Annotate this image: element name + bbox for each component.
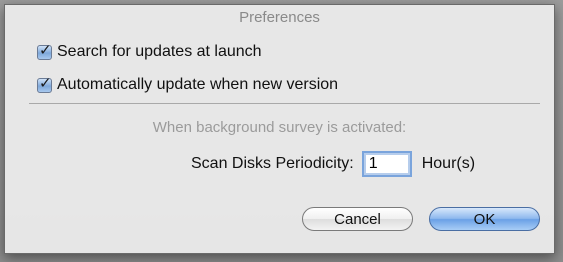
option-search-updates[interactable]: ✓ Search for updates at launch — [37, 40, 262, 61]
survey-note: When background survey is activated: — [152, 119, 407, 136]
auto-update-label: Automatically update when new version — [57, 76, 339, 93]
ok-button[interactable]: OK — [429, 207, 540, 231]
cancel-button[interactable]: Cancel — [302, 207, 413, 231]
checkmark-icon: ✓ — [39, 73, 52, 92]
search-updates-checkbox[interactable]: ✓ — [37, 40, 52, 60]
auto-update-checkbox[interactable]: ✓ — [37, 73, 52, 93]
scan-periodicity-input[interactable] — [361, 151, 412, 177]
option-auto-update[interactable]: ✓ Automatically update when new version — [37, 73, 339, 94]
search-updates-label: Search for updates at launch — [57, 43, 262, 60]
scan-periodicity-unit: Hour(s) — [421, 155, 476, 172]
scan-periodicity-label: Scan Disks Periodicity: — [191, 155, 354, 172]
dialog-title: Preferences — [239, 9, 320, 26]
section-divider — [29, 103, 540, 104]
checkmark-icon: ✓ — [39, 40, 52, 59]
preferences-dialog: Preferences ✓ Search for updates at laun… — [4, 4, 555, 254]
scan-periodicity-row: Scan Disks Periodicity: Hour(s) — [191, 151, 475, 177]
